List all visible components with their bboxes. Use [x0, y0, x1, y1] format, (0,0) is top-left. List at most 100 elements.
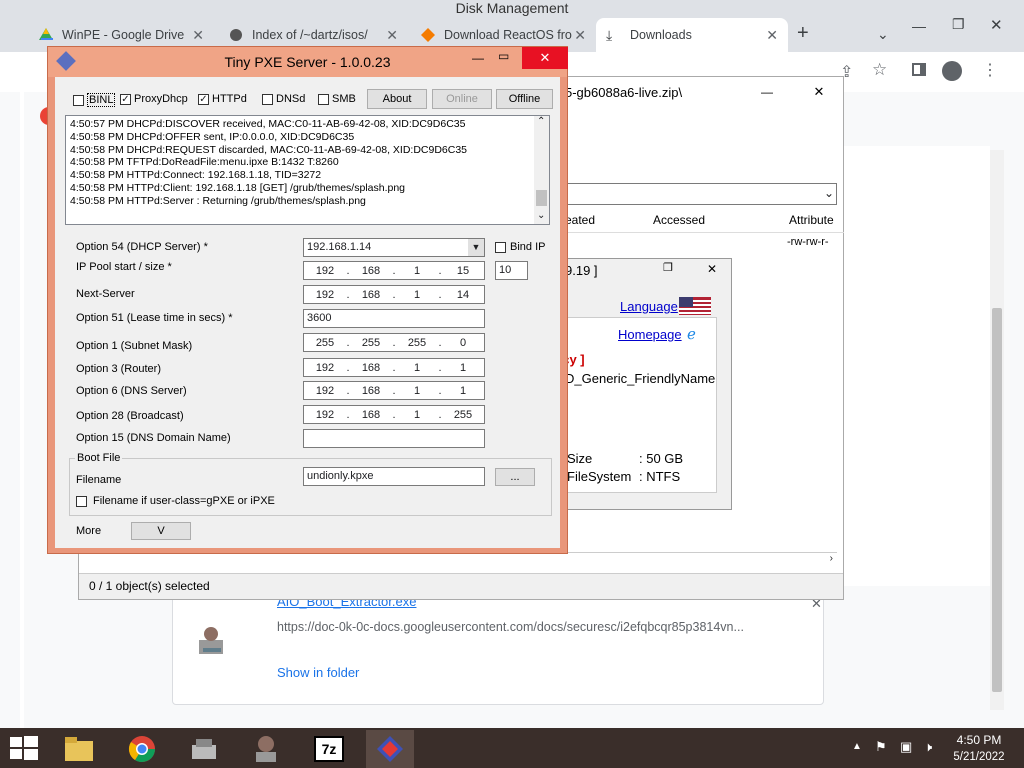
binl-toggle[interactable]: BINL [73, 93, 116, 107]
tray-chevron-icon[interactable]: ▲ [852, 741, 862, 752]
dropdown-arrow-icon[interactable]: ▼ [468, 239, 484, 256]
homepage-link[interactable]: Homepage [618, 327, 682, 342]
browse-button[interactable]: ... [495, 468, 535, 486]
clock-time[interactable]: 4:50 PM [950, 733, 1008, 747]
horizontal-scrollbar[interactable]: › [89, 552, 837, 568]
filename-if-label: Filename if user-class=gPXE or iPXE [93, 495, 275, 507]
network-icon[interactable]: ▣ [900, 739, 912, 755]
log-scroll-thumb[interactable] [536, 190, 547, 206]
start-icon[interactable] [10, 736, 38, 760]
pxe-taskbar-icon[interactable] [366, 730, 414, 768]
broadcast-input[interactable]: 192. 168. 1. 255 [303, 405, 485, 424]
pxe-maximize-icon[interactable]: ▭ [498, 49, 509, 63]
bind-ip-checkbox[interactable] [495, 241, 506, 253]
dhcp-server-value: 192.168.1.14 [307, 241, 372, 253]
show-in-folder-link[interactable]: Show in folder [277, 665, 359, 680]
smb-checkbox[interactable] [318, 93, 329, 105]
properties-maximize-icon[interactable]: ❐ [663, 261, 673, 274]
pxe-title: Tiny PXE Server - 1.0.0.23 [224, 54, 391, 70]
log-line: 4:50:58 PM HTTPd:Server : Returning /gru… [70, 194, 366, 207]
7zip-taskbar-icon[interactable]: 7z [305, 730, 353, 768]
scroll-up-icon[interactable]: ⌃ [537, 116, 545, 127]
filename-input[interactable]: undionly.kpxe [303, 467, 485, 486]
tab-downloads[interactable]: ⤓ Downloads ✕ [596, 18, 788, 52]
dnsd-toggle[interactable]: DNSd [262, 93, 305, 105]
opt3-label: Option 3 (Router) [76, 363, 161, 375]
ie-icon: ℯ [687, 326, 696, 343]
scroll-down-icon[interactable]: ⌄ [537, 210, 545, 221]
profile-avatar-icon[interactable] [942, 61, 962, 81]
column-attribute[interactable]: Attribute [789, 213, 834, 227]
proxydhcp-toggle[interactable]: ✓ ProxyDhcp [120, 93, 188, 105]
pxe-close-button[interactable]: ✕ [522, 47, 568, 69]
opt51-label: Option 51 (Lease time in secs) * [76, 312, 233, 324]
ip-octet: 192 [315, 384, 335, 397]
proxydhcp-checkbox[interactable]: ✓ [120, 93, 131, 105]
pool-start-input[interactable]: 192. 168. 1. 15 [303, 261, 485, 280]
subnet-mask-input[interactable]: 255. 255. 255. 0 [303, 333, 485, 352]
binl-checkbox[interactable] [73, 94, 84, 106]
close-icon[interactable]: ✕ [990, 16, 1003, 34]
httpd-toggle[interactable]: ✓ HTTPd [198, 93, 247, 105]
tab-search-icon[interactable]: ⌄ [877, 26, 889, 43]
language-link[interactable]: Language [620, 299, 678, 314]
maximize-icon[interactable]: ❐ [952, 16, 965, 33]
ip-octet: 1 [459, 384, 467, 397]
selection-status: 0 / 1 object(s) selected [89, 579, 210, 593]
log-line: 4:50:58 PM HTTPd:Client: 192.168.1.18 [G… [70, 181, 406, 194]
download-item-card: AIO_Boot_Extractor.exe ✕ https://doc-0k-… [172, 587, 824, 705]
pool-size-input[interactable]: 10 [495, 261, 528, 280]
pxe-minimize-icon[interactable]: — [472, 51, 484, 65]
smb-toggle[interactable]: SMB [318, 93, 356, 105]
next-server-input[interactable]: 192. 168. 1. 14 [303, 285, 485, 304]
archive-address-dropdown[interactable]: ⌄ [565, 183, 837, 205]
filename-if-toggle[interactable]: Filename if user-class=gPXE or iPXE [76, 495, 275, 507]
ip-octet: 192 [315, 361, 335, 374]
menu-icon[interactable]: ⋮ [982, 60, 998, 80]
dns-server-input[interactable]: 192. 168. 1. 1 [303, 381, 485, 400]
lease-time-input[interactable]: 3600 [303, 309, 485, 328]
httpd-checkbox[interactable]: ✓ [198, 93, 209, 105]
close-tab-icon[interactable]: ✕ [192, 27, 204, 44]
disk-tool-taskbar-icon[interactable] [180, 730, 228, 768]
minimize-icon[interactable]: — [912, 18, 926, 34]
log-box[interactable]: 4:50:57 PM DHCPd:DISCOVER received, MAC:… [65, 115, 550, 225]
new-tab-button[interactable]: + [797, 22, 809, 45]
router-input[interactable]: 192. 168. 1. 1 [303, 358, 485, 377]
ip-octet: 192 [315, 288, 335, 301]
filename-if-checkbox[interactable] [76, 495, 87, 507]
extractor-taskbar-icon[interactable] [242, 730, 290, 768]
chrome-taskbar-icon[interactable] [118, 730, 166, 768]
properties-dialog: 9.19 ] ❐ ✕ Language Homepage ℯ acy ] D_G… [552, 258, 732, 510]
side-panel-icon[interactable] [912, 63, 926, 76]
dhcp-server-select[interactable]: 192.168.1.14 ▼ [303, 238, 485, 257]
about-button[interactable]: About [367, 89, 427, 109]
reactos-icon [420, 27, 436, 43]
ip-octet: 1 [413, 408, 421, 421]
dnsd-checkbox[interactable] [262, 93, 273, 105]
bookmark-star-icon[interactable]: ☆ [872, 60, 887, 80]
file-explorer-taskbar-icon[interactable] [55, 730, 103, 768]
volume-icon[interactable]: 🕨 [924, 739, 932, 755]
online-button[interactable]: Online [432, 89, 492, 109]
ip-octet: 15 [456, 264, 470, 277]
page-scrollbar-thumb[interactable] [992, 308, 1002, 692]
log-scrollbar[interactable]: ⌃ ⌄ [534, 116, 549, 224]
archive-minimize-icon[interactable]: — [761, 85, 773, 99]
column-created[interactable]: eated [565, 213, 595, 227]
clock-date[interactable]: 5/21/2022 [950, 751, 1008, 763]
offline-button[interactable]: Offline [496, 89, 553, 109]
archive-close-icon[interactable]: ✕ [799, 82, 839, 102]
bind-ip-label: Bind IP [510, 241, 546, 253]
filesystem-label: FileSystem [567, 469, 632, 484]
column-accessed[interactable]: Accessed [653, 213, 705, 227]
more-button[interactable]: V [131, 522, 191, 540]
close-tab-icon[interactable]: ✕ [386, 27, 398, 44]
close-tab-icon[interactable]: ✕ [766, 27, 778, 44]
close-tab-icon[interactable]: ✕ [574, 27, 586, 44]
flag-icon[interactable]: ⚑ [875, 739, 887, 755]
domain-name-input[interactable] [303, 429, 485, 448]
bind-ip-toggle[interactable]: Bind IP [495, 241, 545, 253]
properties-close-icon[interactable]: ✕ [693, 259, 731, 279]
scroll-right-icon[interactable]: › [830, 553, 833, 564]
